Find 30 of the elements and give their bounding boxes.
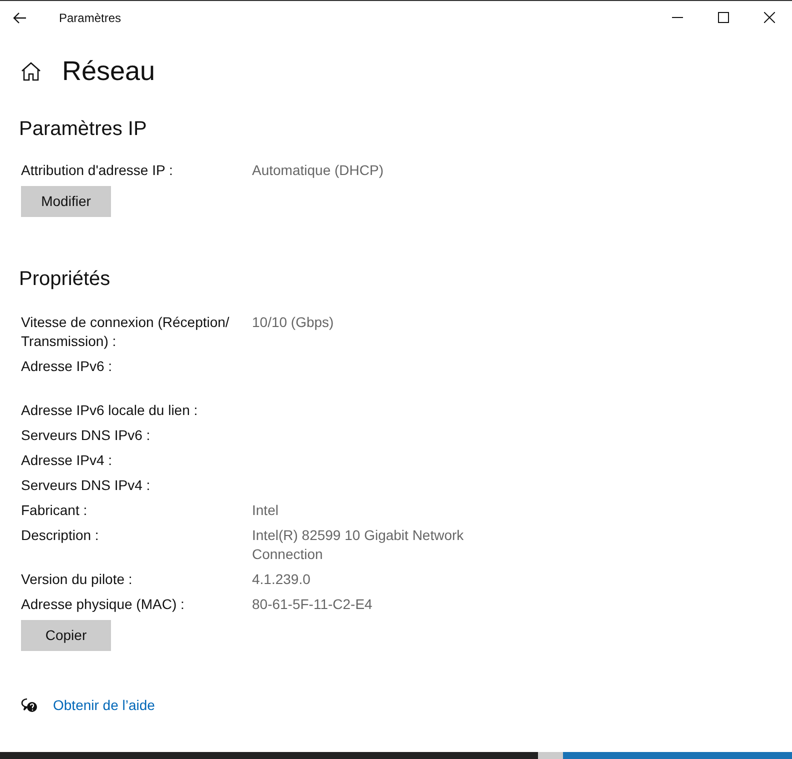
property-value: 4.1.239.0 — [252, 570, 312, 589]
property-label: Fabricant : — [21, 501, 88, 520]
window-title: Paramètres — [59, 10, 122, 26]
home-icon[interactable] — [21, 62, 41, 81]
property-label: Adresse IPv4 : — [21, 451, 114, 470]
property-value: Automatique (DHCP) — [252, 161, 384, 180]
modify-button[interactable]: Modifier — [21, 186, 111, 217]
help-link[interactable]: Obtenir de l’aide — [53, 695, 155, 716]
page-title: Réseau — [62, 58, 156, 85]
section-heading: Propriétés — [19, 269, 112, 289]
property-label: Adresse IPv6 locale du lien : — [21, 401, 199, 420]
minimize-icon — [672, 17, 682, 18]
property-label: Vitesse de connexion (Réception/ Transmission) : — [21, 313, 230, 351]
maximize-icon — [718, 12, 728, 23]
property-label: Adresse physique (MAC) : — [21, 595, 186, 614]
help-chat-icon — [21, 698, 38, 714]
property-label: Serveurs DNS IPv6 : — [21, 426, 152, 445]
close-icon — [764, 12, 774, 23]
property-value: 10/10 (Gbps) — [252, 313, 335, 332]
property-label: Version du pilote : — [21, 570, 134, 589]
copy-button[interactable]: Copier — [21, 620, 111, 651]
property-value: 80-61-5F-11-C2-E4 — [252, 595, 374, 614]
property-value: Intel(R) 82599 10 Gigabit Network Connection — [252, 526, 465, 564]
property-label: Adresse IPv6 : — [21, 357, 114, 376]
property-value: Intel — [252, 501, 280, 520]
back-arrow-icon — [13, 12, 27, 24]
property-label: Attribution d'adresse IP : — [21, 161, 174, 180]
property-label: Description : — [21, 526, 100, 545]
section-heading: Paramètres IP — [19, 119, 148, 139]
property-label: Serveurs DNS IPv4 : — [21, 476, 152, 495]
